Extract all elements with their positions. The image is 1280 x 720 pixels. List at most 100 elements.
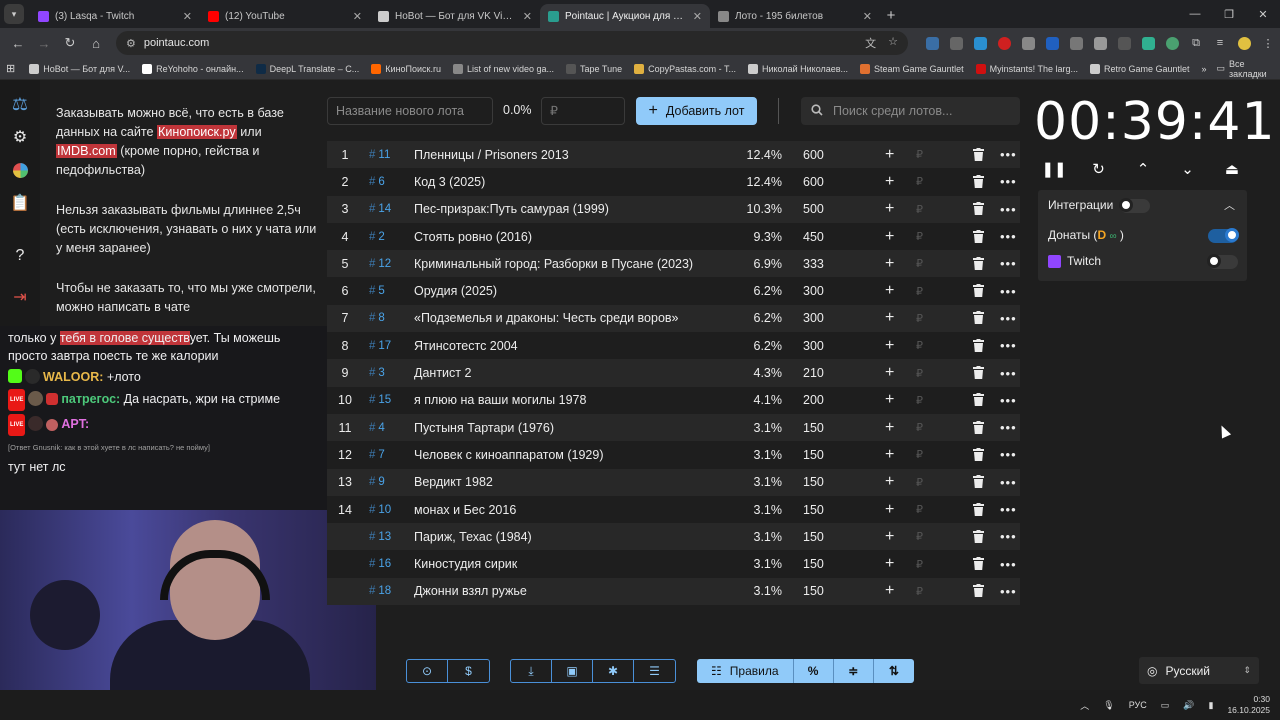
delete-trash-icon[interactable] — [973, 229, 985, 244]
lot-amount[interactable]: 200 — [803, 393, 824, 407]
lot-id[interactable]: #4 — [369, 422, 385, 434]
lot-name[interactable]: Дантист 2 — [414, 366, 471, 380]
tab-search-icon[interactable]: ▾ — [4, 4, 24, 24]
delete-trash-icon[interactable] — [973, 557, 985, 571]
more-options-icon[interactable]: ••• — [1000, 229, 1017, 244]
add-amount-plus-icon[interactable]: + — [885, 419, 894, 437]
lot-name[interactable]: Джонни взял ружье — [414, 584, 527, 598]
rub-input-hint[interactable]: ₽ — [916, 148, 923, 161]
lot-amount[interactable]: 150 — [803, 448, 824, 462]
more-options-icon[interactable]: ••• — [1000, 284, 1017, 299]
lot-row[interactable]: 8 #17 Ятинсотестс 2004 6.2% 300 + ₽ ••• — [327, 332, 1020, 360]
more-options-icon[interactable]: ••• — [1000, 557, 1017, 572]
close-tab-icon[interactable]: ✕ — [523, 10, 532, 23]
lot-row[interactable]: 11 #4 Пустыня Тартари (1976) 3.1% 150 + ₽ ••• — [327, 413, 1020, 442]
lot-id[interactable]: #14 — [369, 203, 391, 215]
extension-icon[interactable] — [1064, 31, 1088, 55]
lot-amount[interactable]: 300 — [803, 339, 824, 353]
percent-icon[interactable]: % — [794, 659, 834, 683]
lot-name[interactable]: Пустыня Тартари (1976) — [414, 421, 554, 435]
rub-input-hint[interactable]: ₽ — [916, 476, 923, 489]
add-time-chevron-up-icon[interactable]: ⌃ — [1133, 158, 1153, 180]
logout-icon[interactable]: ⇥ — [8, 285, 32, 309]
lot-id[interactable]: #5 — [369, 285, 385, 297]
lot-name[interactable]: Пленницы / Prisoners 2013 — [414, 148, 569, 162]
bookmark-item[interactable]: List of new video ga... — [452, 63, 554, 74]
rub-input-hint[interactable]: ₽ — [916, 530, 923, 543]
more-options-icon[interactable]: ••• — [1000, 147, 1017, 162]
lot-name[interactable]: я плюю на ваши могилы 1978 — [414, 393, 586, 407]
close-tab-icon[interactable]: ✕ — [353, 10, 362, 23]
extension-icon[interactable] — [944, 31, 968, 55]
more-options-icon[interactable]: ••• — [1000, 502, 1017, 517]
more-options-icon[interactable]: ••• — [1000, 256, 1017, 271]
lot-row[interactable]: 7 #8 «Подземелья и драконы: Честь среди во… — [327, 304, 1020, 333]
extension-icon[interactable] — [920, 31, 944, 55]
compress-icon[interactable]: ≑ — [834, 659, 874, 683]
profile-avatar-icon[interactable] — [1232, 31, 1256, 55]
apps-grid-icon[interactable]: ⊞ — [6, 62, 15, 75]
more-options-icon[interactable]: ••• — [1000, 202, 1017, 217]
bookmark-star-icon[interactable]: ☆ — [888, 35, 898, 51]
battery-icon[interactable]: ▮ — [1209, 700, 1214, 711]
forward-icon[interactable]: → — [32, 31, 56, 55]
reset-timer-icon[interactable]: ↻ — [1089, 158, 1109, 180]
volume-icon[interactable]: 🔊 — [1183, 700, 1194, 711]
home-icon[interactable]: ⌂ — [84, 31, 108, 55]
lot-amount[interactable]: 150 — [803, 557, 824, 571]
microphone-icon[interactable]: 🎙 — [1103, 700, 1114, 711]
more-options-icon[interactable]: ••• — [1000, 529, 1017, 544]
browser-tab[interactable]: (12) YouTube ✕ — [200, 4, 370, 28]
bookmark-item[interactable]: Retro Game Gauntlet — [1089, 63, 1190, 74]
add-amount-plus-icon[interactable]: + — [885, 309, 894, 327]
download-icon[interactable]: ⤓ — [511, 660, 552, 682]
lot-row[interactable]: 9 #3 Дантист 2 4.3% 210 + ₽ ••• — [327, 359, 1020, 387]
wheel-chart-icon[interactable] — [8, 158, 32, 182]
rub-input-hint[interactable]: ₽ — [916, 175, 923, 188]
kinopoisk-link[interactable]: Кинопоиск.ру — [157, 125, 237, 139]
network-icon[interactable]: ▭ — [1161, 700, 1170, 711]
lot-name[interactable]: Киностудия сирик — [414, 557, 517, 571]
rub-input-hint[interactable]: ₽ — [916, 339, 923, 352]
lot-id[interactable]: #3 — [369, 367, 385, 379]
pause-icon[interactable]: ❚❚ — [1041, 158, 1066, 180]
bookmark-item[interactable]: CopyPastas.com - T... — [634, 63, 736, 74]
close-tab-icon[interactable]: ✕ — [693, 10, 702, 23]
more-options-icon[interactable]: ••• — [1000, 174, 1017, 189]
lot-row[interactable]: 10 #15 я плюю на ваши могилы 1978 4.1% 200 + ₽… — [327, 386, 1020, 414]
delete-trash-icon[interactable] — [973, 174, 985, 189]
more-options-icon[interactable]: ••• — [1000, 475, 1017, 490]
imdb-link[interactable]: IMDB.com — [56, 144, 117, 158]
sort-icon[interactable]: ⇅ — [874, 659, 914, 683]
new-tab-icon[interactable]: + — [880, 4, 902, 26]
delete-trash-icon[interactable] — [973, 366, 985, 380]
delete-trash-icon[interactable] — [973, 584, 985, 598]
add-amount-plus-icon[interactable]: + — [885, 473, 894, 491]
lot-id[interactable]: #8 — [369, 312, 385, 324]
lot-search-box[interactable] — [801, 97, 1020, 125]
add-amount-plus-icon[interactable]: + — [885, 146, 894, 164]
rub-input-hint[interactable]: ₽ — [916, 448, 923, 461]
reading-list-icon[interactable]: ≡ — [1208, 31, 1232, 55]
reload-icon[interactable]: ↻ — [58, 31, 82, 55]
lot-id[interactable]: #2 — [369, 231, 385, 243]
lot-id[interactable]: #9 — [369, 476, 385, 488]
lot-amount[interactable]: 150 — [803, 530, 824, 544]
lot-search-input[interactable] — [833, 104, 1003, 118]
extension-icon[interactable] — [1016, 31, 1040, 55]
lot-id[interactable]: #7 — [369, 449, 385, 461]
rub-input-hint[interactable]: ₽ — [916, 585, 923, 598]
browser-tab[interactable]: Pointauc | Аукцион для стримеров ✕ — [540, 4, 710, 28]
clipboard-icon[interactable]: 📋 — [8, 191, 32, 215]
minimize-icon[interactable]: — — [1178, 8, 1212, 20]
lot-row[interactable]: 3 #14 Пес-призрак:Путь самурая (1999) 10.3%… — [327, 195, 1020, 223]
lot-amount[interactable]: 333 — [803, 257, 824, 271]
delete-trash-icon[interactable] — [973, 502, 985, 517]
close-tab-icon[interactable]: ✕ — [863, 10, 872, 23]
add-amount-plus-icon[interactable]: + — [885, 501, 894, 519]
save-icon[interactable]: ▣ — [552, 660, 593, 682]
lot-amount[interactable]: 210 — [803, 366, 824, 380]
more-options-icon[interactable]: ••• — [1000, 366, 1017, 381]
bookmark-item[interactable]: Николай Николаев... — [747, 63, 848, 74]
rub-input-hint[interactable]: ₽ — [916, 394, 923, 407]
